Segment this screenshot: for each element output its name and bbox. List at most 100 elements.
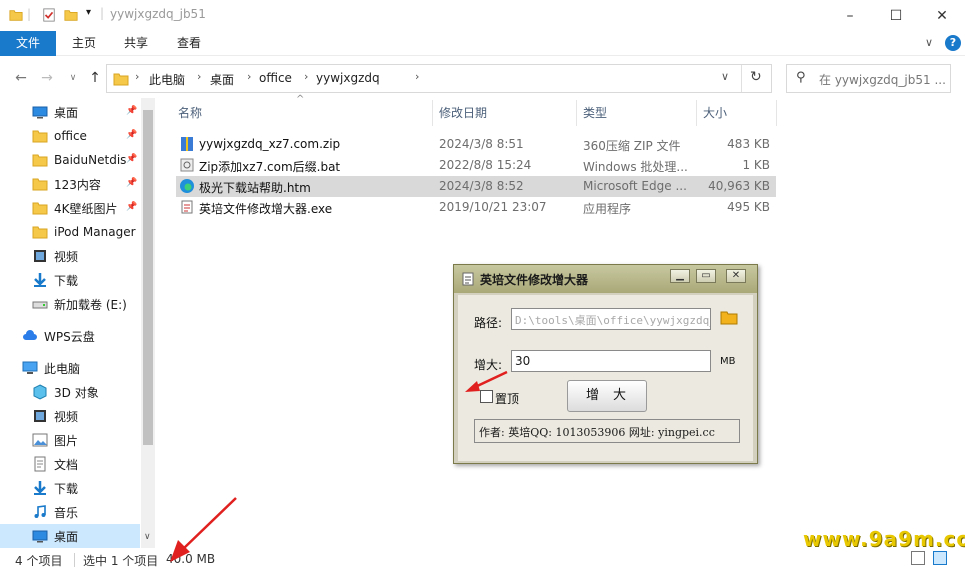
chevron-right-icon[interactable]: › xyxy=(247,70,251,83)
nav-item[interactable]: 视频 xyxy=(0,244,140,268)
nav-item-label: 123内容 xyxy=(54,177,101,192)
scroll-down-icon[interactable]: ∨ xyxy=(144,532,151,542)
video-icon xyxy=(34,250,46,262)
file-row[interactable]: Zip添加xz7.com后缀.bat 2022/8/8 15:24 Windows … xyxy=(176,155,776,176)
qat-dropdown-icon[interactable]: ▾ xyxy=(86,7,91,18)
app-icon xyxy=(462,272,474,286)
recent-dropdown-icon[interactable]: ∨ xyxy=(64,68,82,88)
tab-share[interactable]: 共享 xyxy=(110,31,162,56)
ribbon-collapse-icon[interactable]: ∨ xyxy=(925,36,933,49)
column-header-name[interactable]: 名称 xyxy=(178,104,202,121)
nav-item[interactable]: iPod Manager xyxy=(0,220,140,244)
scrollbar-thumb[interactable] xyxy=(143,110,153,445)
nav-item[interactable]: office 📌 xyxy=(0,124,140,148)
back-arrow-icon[interactable]: ← xyxy=(12,68,30,88)
pin-icon: 📌 xyxy=(126,130,138,140)
file-size: 1 KB xyxy=(742,158,770,172)
nav-item[interactable]: WPS云盘 xyxy=(0,324,140,348)
divider xyxy=(696,100,697,126)
file-explorer-window: | ▾ | yywjxgzdq_jb51 – ☐ ✕ 文件 主页 共享 查看 ∨… xyxy=(0,0,965,572)
nav-item[interactable]: 桌面 📌 xyxy=(0,100,140,124)
picture-icon xyxy=(32,433,48,447)
computer-icon xyxy=(22,361,38,374)
nav-item[interactable]: 视频 xyxy=(0,404,140,428)
nav-item[interactable]: 图片 xyxy=(0,428,140,452)
folder-icon[interactable] xyxy=(9,8,23,22)
folder-icon xyxy=(32,154,48,167)
chevron-right-icon[interactable]: › xyxy=(415,70,419,83)
nav-item[interactable]: 文档 xyxy=(0,452,140,476)
help-icon[interactable]: ? xyxy=(945,35,961,51)
desktop-icon xyxy=(32,106,48,119)
cloud-icon xyxy=(23,330,37,340)
file-row[interactable]: 极光下载站帮助.htm 2024/3/8 8:52 Microsoft Edge .… xyxy=(176,176,776,197)
nav-item[interactable]: 此电脑 xyxy=(0,356,140,380)
column-header-date[interactable]: 修改日期 xyxy=(439,104,487,121)
nav-item[interactable]: BaiduNetdis 📌 xyxy=(0,148,140,172)
breadcrumb-current[interactable]: yywjxgzdq xyxy=(316,71,380,85)
file-type: 应用程序 xyxy=(583,202,632,216)
folder-icon xyxy=(113,73,129,86)
unit-label: MB xyxy=(720,356,736,367)
file-date: 2024/3/8 8:52 xyxy=(439,179,524,193)
item-count: 4 个项目 xyxy=(15,554,63,568)
folder-icon xyxy=(32,130,48,143)
nav-item-label: 音乐 xyxy=(54,505,79,520)
divider xyxy=(432,100,433,126)
dialog-title-bar[interactable]: 英培文件修改增大器 ▁ ▭ ✕ xyxy=(454,265,757,293)
nav-item-label: 下载 xyxy=(54,481,79,496)
breadcrumb-office[interactable]: office xyxy=(259,71,292,85)
tab-home[interactable]: 主页 xyxy=(58,31,110,56)
nav-item-label: 文档 xyxy=(54,457,79,472)
up-arrow-icon[interactable]: ↑ xyxy=(86,68,104,88)
nav-item-label: 图片 xyxy=(54,433,79,448)
forward-arrow-icon[interactable]: → xyxy=(38,68,56,88)
nav-item[interactable]: 下载 xyxy=(0,476,140,500)
drive-icon xyxy=(32,301,48,309)
folder-icon xyxy=(32,202,48,215)
close-button[interactable]: ✕ xyxy=(919,0,965,31)
properties-icon[interactable] xyxy=(42,8,56,22)
address-dropdown-icon[interactable]: ∨ xyxy=(721,70,729,83)
nav-item[interactable]: 新加载卷 (E:) xyxy=(0,292,140,316)
download-icon xyxy=(34,481,46,495)
file-date: 2019/10/21 23:07 xyxy=(439,200,547,214)
tab-view[interactable]: 查看 xyxy=(163,31,215,56)
minimize-button[interactable]: – xyxy=(827,0,873,31)
dialog-close-button[interactable]: ✕ xyxy=(726,269,746,283)
size-input[interactable]: 30 xyxy=(511,350,711,372)
column-header-size[interactable]: 大小 xyxy=(703,104,727,121)
dialog-maximize-button[interactable]: ▭ xyxy=(696,269,716,283)
browse-folder-icon[interactable] xyxy=(720,309,738,325)
nav-item[interactable]: 音乐 xyxy=(0,500,140,524)
new-folder-icon[interactable] xyxy=(64,8,78,22)
details-view-icon[interactable] xyxy=(911,551,925,565)
nav-item[interactable]: 3D 对象 xyxy=(0,380,140,404)
file-row[interactable]: 英培文件修改增大器.exe 2019/10/21 23:07 应用程序 495 KB xyxy=(176,197,776,218)
breadcrumb-this-pc[interactable]: 此电脑 xyxy=(149,71,185,88)
chevron-right-icon[interactable]: › xyxy=(135,70,139,83)
search-input[interactable]: ⚲ 在 yywjxgzdq_jb51 ... xyxy=(786,64,951,93)
maximize-button[interactable]: ☐ xyxy=(873,0,919,31)
chevron-right-icon[interactable]: › xyxy=(197,70,201,83)
nav-item[interactable]: 4K壁纸图片 📌 xyxy=(0,196,140,220)
file-row[interactable]: yywjxgzdq_xz7.com.zip 2024/3/8 8:51 360压缩 … xyxy=(176,134,776,155)
nav-item[interactable]: 123内容 📌 xyxy=(0,172,140,196)
tab-file[interactable]: 文件 xyxy=(0,31,56,56)
dialog-minimize-button[interactable]: ▁ xyxy=(670,269,690,283)
chevron-right-icon[interactable]: › xyxy=(304,70,308,83)
refresh-icon[interactable]: ↻ xyxy=(750,69,762,85)
breadcrumb-desktop[interactable]: 桌面 xyxy=(210,71,234,88)
path-field[interactable]: D:\tools\桌面\office\yywjxgzdq_jb xyxy=(511,308,711,330)
address-bar[interactable]: › 此电脑 › 桌面 › office › yywjxgzdq › ∨ ↻ xyxy=(106,64,772,93)
nav-item[interactable]: 下载 xyxy=(0,268,140,292)
column-header-type[interactable]: 类型 xyxy=(583,104,607,121)
divider xyxy=(776,100,777,126)
enlarge-button[interactable]: 增大 xyxy=(567,380,647,412)
nav-item-label: 视频 xyxy=(54,249,79,264)
large-icons-view-icon[interactable] xyxy=(933,551,947,565)
file-type: 360压缩 ZIP 文件 xyxy=(583,139,681,153)
nav-scrollbar[interactable]: ∨ xyxy=(141,98,155,548)
annotation-arrow xyxy=(170,497,237,562)
nav-item[interactable]: 桌面 xyxy=(0,524,140,548)
